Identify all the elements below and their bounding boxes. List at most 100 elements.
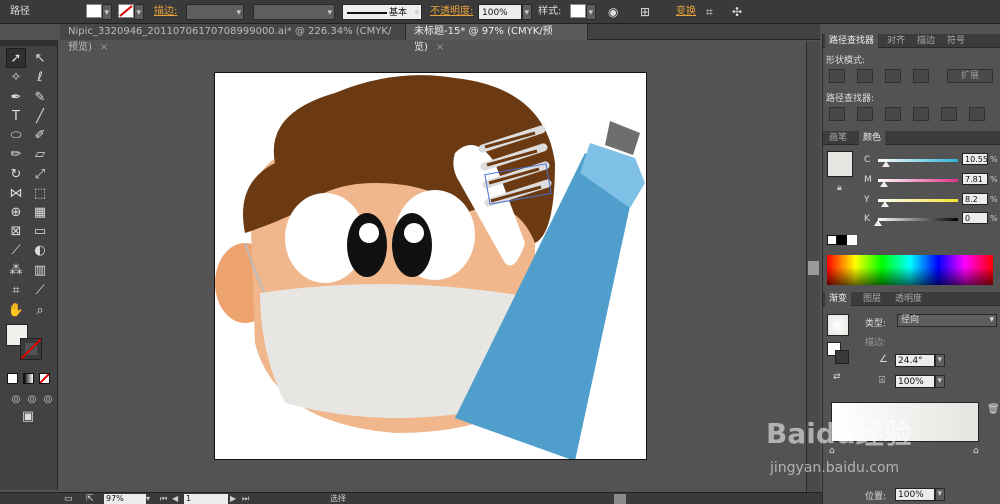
graph-tool-icon[interactable]: ▥ [30,260,50,280]
divide-icon[interactable] [829,107,845,121]
mesh-tool-icon[interactable]: ⊠ [6,221,26,241]
gradient-tool-icon[interactable]: ▭ [30,221,50,241]
expand-button[interactable]: 扩展 [947,69,993,83]
tab-brushes[interactable]: 画笔 [825,131,851,145]
exclude-icon[interactable] [913,69,929,83]
opacity-dropdown[interactable] [522,4,532,21]
toolbar-grip[interactable] [0,40,58,46]
free-transform-icon[interactable]: ⬚ [30,183,50,203]
pencil-icon[interactable]: ✏ [6,144,26,164]
channel-k-value[interactable]: 0 [962,212,988,224]
flip-icon[interactable]: ✣ [732,4,742,20]
color-mode-icon[interactable] [7,373,18,384]
artboard-tool-icon[interactable]: ⌗ [6,280,26,300]
pen-tool-icon[interactable]: ✒ [6,87,26,107]
symbol-sprayer-icon[interactable]: ⁂ [6,260,26,280]
location-dropdown[interactable] [935,488,945,501]
eyedropper-icon[interactable]: ⟋ [6,240,26,260]
merge-icon[interactable] [885,107,901,121]
align-icon[interactable]: ⊞ [640,4,650,20]
fill-stroke-icon[interactable] [827,342,849,364]
tab-untitled[interactable]: 未标题-15* @ 97% (CMYK/预览) × [406,24,588,53]
magic-wand-icon[interactable]: ✧ [6,67,26,87]
transform-label[interactable]: 变换 [676,4,696,20]
prev-page-icon[interactable]: ◀ [172,494,178,504]
angle-dropdown[interactable] [935,354,945,367]
reverse-gradient-icon[interactable]: ⇄ [833,372,841,382]
zoom-tool-icon[interactable]: ⌕ [30,300,50,320]
channel-m-slider[interactable] [878,179,958,182]
channel-y-value[interactable]: 8.2 [962,193,988,205]
tab-layers[interactable]: 图层 [859,292,885,306]
stroke-weight-field[interactable] [186,4,244,21]
first-page-icon[interactable]: ⏮ [160,494,167,504]
channel-k-knob[interactable] [874,220,882,226]
tab-stroke[interactable]: 描边 [913,34,939,48]
brush-style-dropdown[interactable]: 基本 [342,4,422,21]
gradient-mode-icon[interactable] [23,373,34,384]
scale-tool-icon[interactable]: ⤢ [30,164,50,184]
vertical-scroll-thumb[interactable] [808,261,819,275]
blend-tool-icon[interactable]: ◐ [30,240,50,260]
opacity-label[interactable]: 不透明度: [430,4,473,20]
channel-y-slider[interactable] [878,199,958,202]
artboard-nav-icon[interactable]: ▭ [64,494,73,504]
direct-selection-tool-icon[interactable]: ↖ [30,48,50,68]
tab-gradient[interactable]: 渐变 [825,292,852,306]
channel-c-knob[interactable] [882,161,891,167]
channel-k-slider[interactable] [878,218,958,221]
crop-icon[interactable] [913,107,929,121]
width-tool-icon[interactable]: ⋈ [6,183,26,203]
location-field[interactable]: 100% [895,488,935,501]
none-mode-icon[interactable] [39,373,50,384]
aspect-ratio-field[interactable]: 100% [895,375,935,388]
minus-front-icon[interactable] [857,69,873,83]
aspect-ratio-dropdown[interactable] [935,375,945,388]
isolate-icon[interactable]: ⌗ [706,4,713,20]
paintbrush-icon[interactable]: ✐ [30,125,50,145]
outline-icon[interactable] [941,107,957,121]
style-dropdown[interactable] [586,4,596,21]
color-spectrum[interactable] [827,255,993,285]
tab-transparency[interactable]: 透明度 [891,292,926,306]
perspective-grid-icon[interactable]: ▦ [30,202,50,222]
trash-icon[interactable]: 🗑︎ [987,404,1000,415]
horizontal-scroll-thumb[interactable] [614,494,626,504]
none-black-white-swatches[interactable] [827,235,859,247]
stroke-dropdown[interactable] [134,4,144,21]
angle-field[interactable]: 24.4° [895,354,935,367]
gradient-type-dropdown[interactable]: 径向 ▾ [897,314,997,327]
tab-symbols[interactable]: 符号 [943,34,969,48]
gradient-preview[interactable] [827,314,849,336]
unite-icon[interactable] [829,69,845,83]
lasso-icon[interactable]: ℓ [30,67,50,87]
stroke-color-box[interactable] [20,338,42,360]
share-icon[interactable]: ⇱ [86,494,94,504]
selection-tool-icon[interactable]: ➚ [6,48,26,68]
tab-color[interactable]: 颜色 [859,131,886,145]
close-icon[interactable]: × [100,42,108,53]
tab-pathfinder[interactable]: 路径查找器 [825,34,879,48]
ellipse-tool-icon[interactable]: ⬭ [6,125,26,145]
channel-m-knob[interactable] [880,181,889,187]
style-swatch[interactable] [570,4,586,18]
close-icon[interactable]: × [436,42,444,53]
variable-width-dropdown[interactable] [253,4,335,21]
hand-tool-icon[interactable]: ✋ [6,300,26,320]
opacity-field[interactable]: 100% [478,4,522,20]
last-page-icon[interactable]: ⏭ [242,494,249,504]
fill-swatch[interactable] [86,4,102,18]
line-tool-icon[interactable]: ╱ [30,106,50,126]
stroke-label[interactable]: 描边: [154,4,177,20]
curvature-tool-icon[interactable]: ✎ [30,87,50,107]
screen-mode-icon[interactable]: ▣ [18,406,38,426]
status-selection-label[interactable]: 选择 [330,494,346,504]
channel-m-value[interactable]: 7.81 [962,173,988,185]
tab-nipic-file[interactable]: Nipic_3320946_20110706170708999000.ai* @… [60,24,406,53]
recolor-icon[interactable]: ◉ [608,4,618,20]
fill-dropdown[interactable] [102,4,112,21]
type-tool-icon[interactable]: T [6,106,26,126]
zoom-field[interactable]: 97% [104,494,146,504]
gradient-stop-right-icon[interactable]: ⌂ [973,446,979,456]
rotate-tool-icon[interactable]: ↻ [6,164,26,184]
